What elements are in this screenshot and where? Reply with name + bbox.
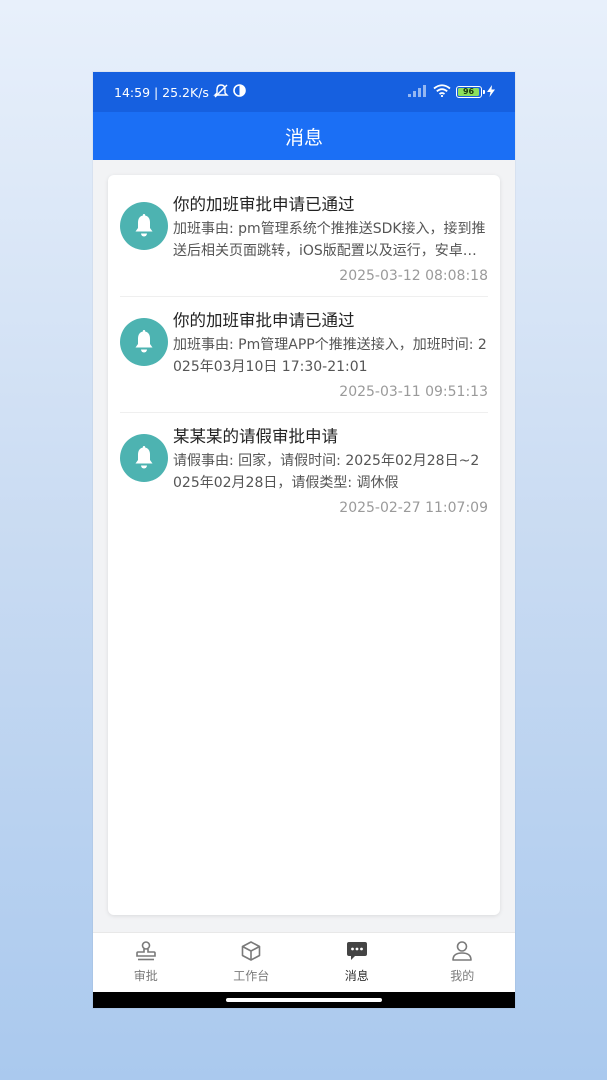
stamp-icon bbox=[135, 941, 157, 964]
message-body: 你的加班审批申请已通过 加班事由: Pm管理APP个推推送接入，加班时间: 20… bbox=[173, 310, 488, 403]
status-bar: 14:59 | 25.2K/s 96 bbox=[93, 72, 515, 112]
phone-screen: 14:59 | 25.2K/s 96 消息 你的加班审批申请已通过 加班事由: … bbox=[93, 72, 515, 1008]
status-left: 14:59 | 25.2K/s bbox=[114, 83, 246, 101]
wifi-icon bbox=[433, 84, 451, 100]
message-desc: 请假事由: 回家，请假时间: 2025年02月28日~2025年02月28日，请… bbox=[173, 453, 480, 491]
home-indicator[interactable] bbox=[226, 998, 382, 1002]
mute-icon bbox=[213, 83, 229, 101]
bottom-tab-bar: 审批 工作台 消息 我的 bbox=[93, 932, 515, 992]
battery-level: 96 bbox=[458, 88, 480, 96]
message-body: 某某某的请假审批申请 请假事由: 回家，请假时间: 2025年02月28日~20… bbox=[173, 426, 488, 519]
bell-icon bbox=[120, 202, 168, 250]
page-header: 消息 bbox=[93, 112, 515, 160]
tab-approval[interactable]: 审批 bbox=[93, 933, 199, 992]
bell-icon bbox=[120, 434, 168, 482]
message-desc: 加班事由: Pm管理APP个推推送接入，加班时间: 2025年03月10日 17… bbox=[173, 337, 487, 375]
status-right: 96 bbox=[408, 84, 495, 100]
message-time: 2025-02-27 11:07:09 bbox=[339, 500, 488, 516]
status-time-speed: 14:59 | 25.2K/s bbox=[114, 84, 209, 100]
message-icon bbox=[346, 941, 368, 964]
cube-icon bbox=[240, 941, 262, 964]
message-title: 你的加班审批申请已通过 bbox=[173, 195, 355, 214]
message-item[interactable]: 你的加班审批申请已通过 加班事由: pm管理系统个推推送SDK接入，接到推送后相… bbox=[120, 181, 488, 297]
user-icon bbox=[451, 941, 473, 964]
tab-label: 审批 bbox=[133, 969, 158, 983]
page-title: 消息 bbox=[284, 126, 323, 149]
message-title: 某某某的请假审批申请 bbox=[173, 427, 338, 446]
message-item[interactable]: 某某某的请假审批申请 请假事由: 回家，请假时间: 2025年02月28日~20… bbox=[120, 413, 488, 528]
tab-label: 消息 bbox=[344, 969, 369, 983]
charging-icon bbox=[487, 84, 495, 100]
message-body: 你的加班审批申请已通过 加班事由: pm管理系统个推推送SDK接入，接到推送后相… bbox=[173, 194, 488, 287]
tab-label: 我的 bbox=[450, 969, 475, 983]
message-title: 你的加班审批申请已通过 bbox=[173, 311, 355, 330]
app-status-icon bbox=[233, 84, 246, 100]
tab-messages[interactable]: 消息 bbox=[304, 933, 410, 992]
message-time: 2025-03-11 09:51:13 bbox=[339, 384, 488, 400]
tab-profile[interactable]: 我的 bbox=[410, 933, 516, 992]
message-item[interactable]: 你的加班审批申请已通过 加班事由: Pm管理APP个推推送接入，加班时间: 20… bbox=[120, 297, 488, 413]
tab-workbench[interactable]: 工作台 bbox=[199, 933, 305, 992]
tab-label: 工作台 bbox=[233, 969, 270, 983]
message-content: 你的加班审批申请已通过 加班事由: pm管理系统个推推送SDK接入，接到推送后相… bbox=[93, 160, 515, 932]
system-nav-bar bbox=[93, 992, 515, 1008]
message-list-card: 你的加班审批申请已通过 加班事由: pm管理系统个推推送SDK接入，接到推送后相… bbox=[108, 175, 500, 915]
message-time: 2025-03-12 08:08:18 bbox=[339, 268, 488, 284]
battery-icon: 96 bbox=[456, 86, 485, 98]
message-desc: 加班事由: pm管理系统个推推送SDK接入，接到推送后相关页面跳转，iOS版配置… bbox=[173, 221, 486, 259]
bell-icon bbox=[120, 318, 168, 366]
signal-icon bbox=[408, 84, 428, 100]
